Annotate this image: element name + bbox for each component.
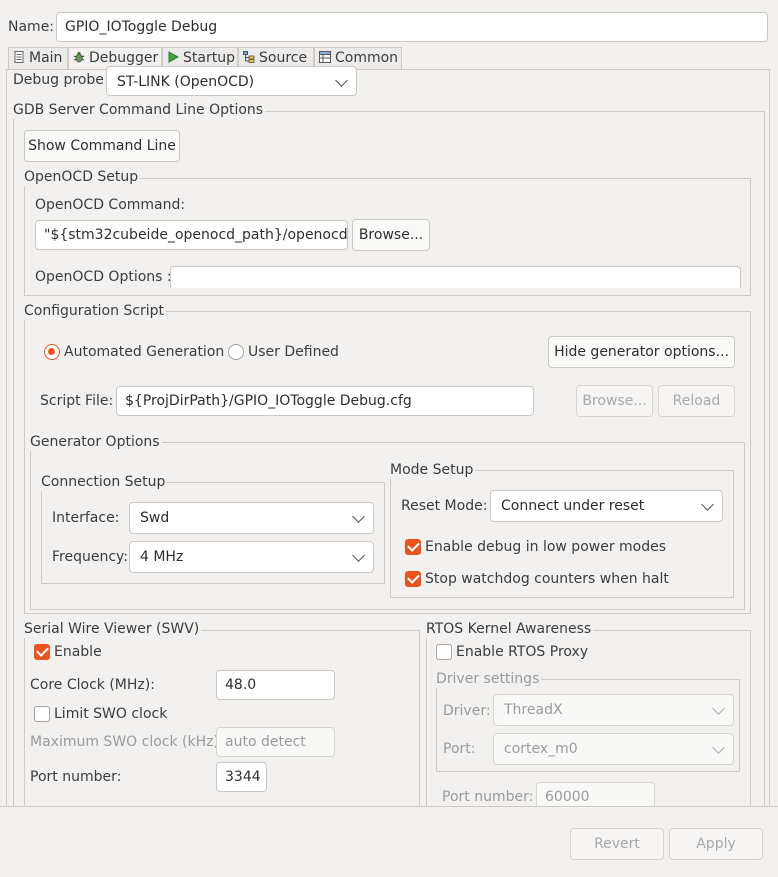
script-browse-button[interactable]: Browse... <box>576 385 653 417</box>
play-icon <box>168 51 179 63</box>
openocd-command-input[interactable]: "${stm32cubeide_openocd_path}/openocd" <box>35 220 348 250</box>
rtos-port-value: cortex_m0 <box>504 741 578 757</box>
rtos-proxy-checkbox[interactable] <box>436 644 452 660</box>
openocd-setup-title: OpenOCD Setup <box>24 168 141 186</box>
rtos-proxy-label: Enable RTOS Proxy <box>456 644 589 660</box>
frequency-label: Frequency: <box>52 549 129 565</box>
source-tree-icon <box>243 51 255 63</box>
swv-title: Serial Wire Viewer (SWV) <box>24 620 202 638</box>
core-clock-input[interactable]: 48.0 <box>216 670 335 700</box>
driver-select[interactable]: ThreadX <box>493 694 734 726</box>
tab-main[interactable]: Main <box>8 47 68 69</box>
revert-button[interactable]: Revert <box>570 828 664 860</box>
automated-generation-radio[interactable] <box>44 344 60 360</box>
bug-icon <box>73 51 85 63</box>
interface-select[interactable]: Swd <box>129 502 374 534</box>
document-icon <box>14 51 24 63</box>
limit-swo-label: Limit SWO clock <box>54 706 168 722</box>
watchdog-label: Stop watchdog counters when halt <box>425 571 669 587</box>
script-file-label: Script File: <box>40 393 114 409</box>
debug-probe-select[interactable]: ST-LINK (OpenOCD) <box>106 66 357 96</box>
openocd-options-label: OpenOCD Options : <box>35 269 172 285</box>
tab-source-label: Source <box>259 50 308 66</box>
configuration-script-title: Configuration Script <box>24 302 166 320</box>
show-command-line-button[interactable]: Show Command Line <box>24 130 180 162</box>
swv-port-label: Port number: <box>30 769 122 785</box>
interface-value: Swd <box>140 510 170 526</box>
openocd-command-label: OpenOCD Command: <box>35 197 186 213</box>
chevron-down-icon <box>352 549 365 562</box>
limit-swo-checkbox[interactable] <box>34 706 50 722</box>
gdb-server-title: GDB Server Command Line Options <box>13 101 266 119</box>
swv-enable-label: Enable <box>54 644 102 660</box>
frequency-value: 4 MHz <box>140 549 184 565</box>
tab-debugger-label: Debugger <box>89 50 159 66</box>
reload-button[interactable]: Reload <box>658 385 735 417</box>
openocd-options-input[interactable] <box>170 266 741 288</box>
mode-setup-title: Mode Setup <box>390 461 476 479</box>
chevron-down-icon <box>335 74 348 87</box>
tab-main-label: Main <box>29 50 63 66</box>
chevron-down-icon <box>712 702 725 715</box>
driver-settings-title: Driver settings <box>436 670 542 688</box>
driver-value: ThreadX <box>504 702 563 718</box>
swv-enable-checkbox[interactable] <box>34 644 50 660</box>
low-power-checkbox[interactable] <box>405 539 421 555</box>
swv-port-input[interactable]: 3344 <box>216 762 267 792</box>
rtos-port-number-input[interactable]: 60000 <box>536 782 655 806</box>
user-defined-radio[interactable] <box>228 344 244 360</box>
name-input[interactable]: GPIO_IOToggle Debug <box>56 12 768 42</box>
reset-mode-select[interactable]: Connect under reset <box>490 490 723 522</box>
interface-label: Interface: <box>52 510 120 526</box>
user-defined-label: User Defined <box>248 344 339 360</box>
frequency-select[interactable]: 4 MHz <box>129 541 374 573</box>
automated-generation-label: Automated Generation <box>64 344 225 360</box>
apply-button[interactable]: Apply <box>669 828 763 860</box>
chevron-down-icon <box>712 741 725 754</box>
connection-setup-title: Connection Setup <box>41 473 168 491</box>
debug-probe-label: Debug probe <box>13 72 104 88</box>
tab-startup-label: Startup <box>183 50 235 66</box>
rtos-title: RTOS Kernel Awareness <box>426 620 594 638</box>
low-power-label: Enable debug in low power modes <box>425 539 667 555</box>
max-swo-input[interactable]: auto detect <box>216 727 335 757</box>
openocd-browse-button[interactable]: Browse... <box>352 219 430 251</box>
rtos-port-number-label: Port number: <box>442 789 534 805</box>
debug-probe-value: ST-LINK (OpenOCD) <box>117 74 255 90</box>
common-table-icon <box>319 51 331 63</box>
reset-mode-value: Connect under reset <box>501 498 645 514</box>
generator-options-title: Generator Options <box>30 433 162 451</box>
script-file-input[interactable]: ${ProjDirPath}/GPIO_IOToggle Debug.cfg <box>116 386 534 416</box>
max-swo-label: Maximum SWO clock (kHz): <box>30 734 224 750</box>
rtos-port-label: Port: <box>443 741 476 757</box>
hide-generator-options-button[interactable]: Hide generator options... <box>548 336 735 368</box>
name-label: Name: <box>8 19 55 35</box>
reset-mode-label: Reset Mode: <box>401 498 488 514</box>
watchdog-checkbox[interactable] <box>405 571 421 587</box>
driver-label: Driver: <box>443 703 491 719</box>
tab-common-label: Common <box>335 50 399 66</box>
chevron-down-icon <box>701 498 714 511</box>
core-clock-label: Core Clock (MHz): <box>30 677 155 693</box>
chevron-down-icon <box>352 510 365 523</box>
rtos-port-select[interactable]: cortex_m0 <box>493 733 734 765</box>
